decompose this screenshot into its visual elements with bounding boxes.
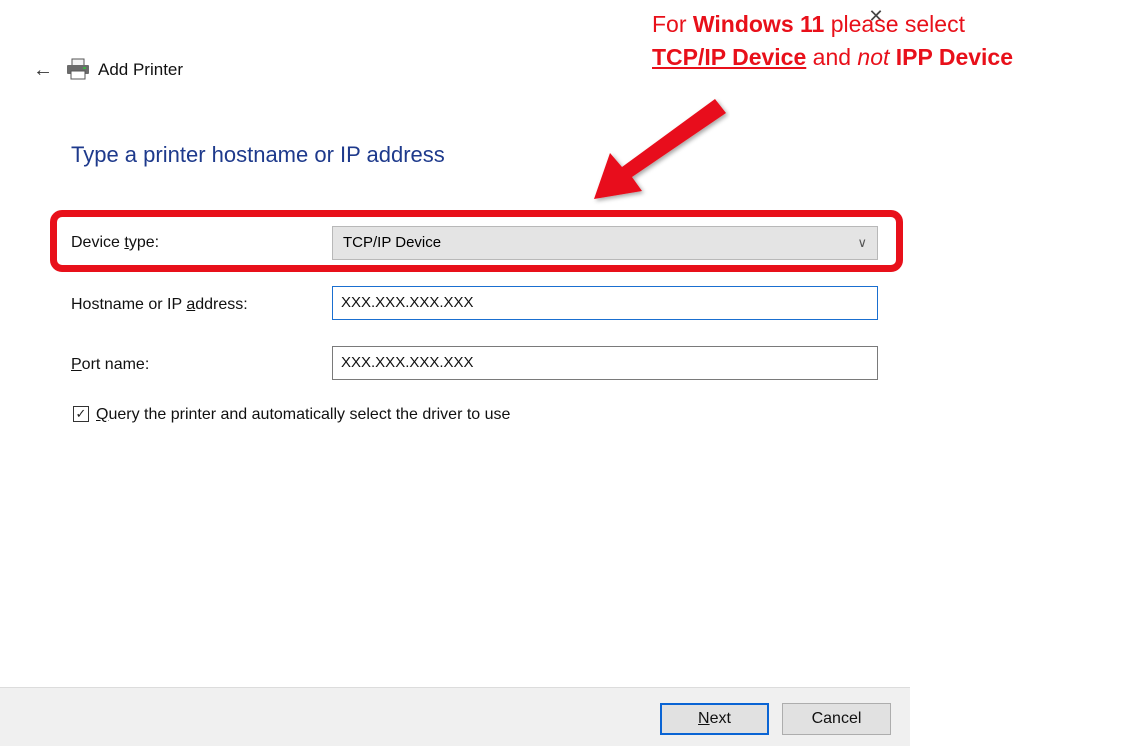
printer-icon [66, 58, 90, 80]
port-name-label: Port name: [71, 356, 150, 373]
hostname-label: Hostname or IP address: [71, 296, 248, 313]
query-printer-label[interactable]: Query the printer and automatically sele… [96, 406, 510, 424]
back-button[interactable]: ← [33, 56, 57, 84]
annotation-note: For Windows 11 please select TCP/IP Devi… [652, 8, 1013, 74]
window-title: Add Printer [98, 60, 184, 79]
next-button[interactable]: Next [660, 703, 769, 735]
annotation-arrow [594, 99, 726, 199]
hostname-input[interactable]: XXX.XXX.XXX.XXX [332, 286, 878, 320]
annotation-line-1: For Windows 11 please select [652, 11, 965, 37]
port-name-input[interactable]: XXX.XXX.XXX.XXX [332, 346, 878, 380]
annotation-line-2: TCP/IP Device and not IPP Device [652, 44, 1014, 70]
query-printer-checkbox[interactable]: ✓ [73, 406, 89, 422]
cancel-button[interactable]: Cancel [782, 703, 891, 735]
highlight-box [50, 210, 903, 272]
back-arrow-icon[interactable]: ← [33, 59, 53, 81]
checkmark-icon: ✓ [75, 406, 87, 421]
page-title: Type a printer hostname or IP address [71, 142, 445, 167]
footer-bar [0, 687, 910, 746]
